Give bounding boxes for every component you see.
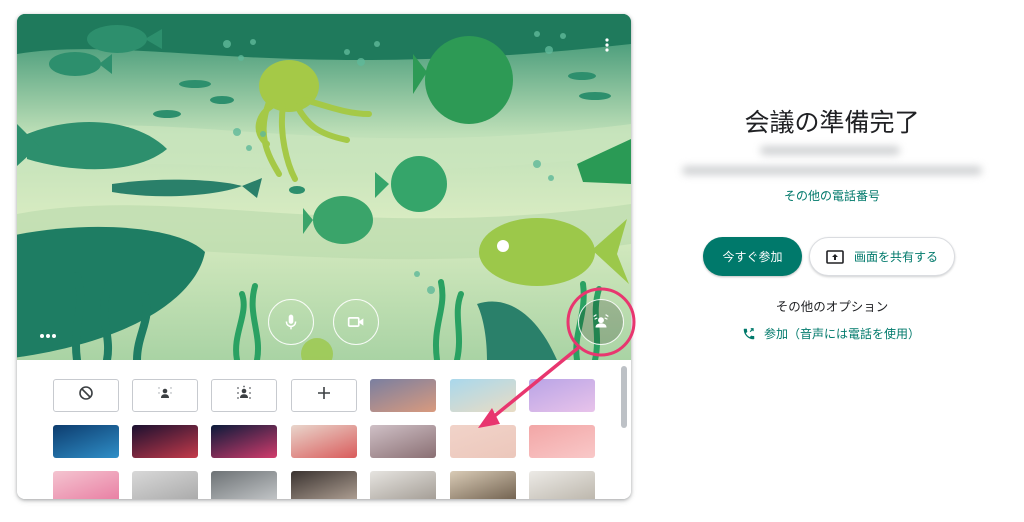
redacted-info	[682, 166, 982, 175]
bg-image-tile[interactable]	[529, 425, 595, 458]
other-options-heading: その他のオプション	[775, 300, 889, 314]
camera-button[interactable]	[333, 299, 379, 345]
join-by-phone-label: 参加（音声には電話を使用）	[764, 327, 921, 341]
more-vert-icon	[605, 38, 609, 52]
bg-image-tile[interactable]	[211, 471, 277, 499]
bg-option-slight-blur[interactable]	[132, 379, 198, 412]
panel-scrollbar[interactable]	[621, 366, 627, 428]
bg-image-tile[interactable]	[529, 471, 595, 499]
microphone-icon	[285, 314, 297, 330]
block-icon	[78, 385, 94, 406]
background-effects-icon	[593, 314, 609, 328]
bg-image-tile[interactable]	[370, 471, 436, 499]
background-effects-button[interactable]	[578, 299, 624, 345]
bg-image-tile[interactable]	[370, 379, 436, 412]
bg-image-tile[interactable]	[132, 425, 198, 458]
bg-image-tile[interactable]	[53, 425, 119, 458]
camera-preview	[17, 14, 631, 360]
bg-image-tile[interactable]	[211, 425, 277, 458]
join-now-button[interactable]: 今すぐ参加	[703, 237, 802, 276]
person-blur-icon	[157, 385, 173, 406]
other-phone-numbers-link[interactable]: その他の電話番号	[640, 187, 1024, 204]
videocam-icon	[347, 317, 364, 327]
bg-option-upload[interactable]	[291, 379, 357, 412]
bg-image-tile[interactable]	[53, 471, 119, 499]
bg-image-tile[interactable]	[291, 425, 357, 458]
preview-card	[17, 14, 631, 499]
background-illustration	[17, 14, 631, 360]
page-title: 会議の準備完了	[744, 109, 920, 137]
share-screen-button[interactable]: 画面を共有する	[809, 237, 955, 276]
speaking-indicator-icon	[40, 334, 56, 338]
present-to-all-icon	[826, 249, 844, 264]
bg-image-tile[interactable]	[370, 425, 436, 458]
plus-icon	[317, 386, 331, 405]
background-options-panel	[17, 360, 631, 499]
microphone-button[interactable]	[268, 299, 314, 345]
phone-forwarded-icon	[743, 327, 755, 339]
redacted-info	[760, 146, 900, 155]
bg-image-tile[interactable]	[132, 471, 198, 499]
join-pane: 会議の準備完了 その他の電話番号 今すぐ参加 画面を共有する その他のオプション…	[640, 0, 1024, 522]
bg-image-tile[interactable]	[450, 471, 516, 499]
bg-image-tile[interactable]	[450, 425, 516, 458]
person-blur-strong-icon	[236, 385, 252, 406]
bg-option-no-effect[interactable]	[53, 379, 119, 412]
bg-image-tile[interactable]	[450, 379, 516, 412]
bg-option-blur[interactable]	[211, 379, 277, 412]
share-screen-label: 画面を共有する	[853, 250, 938, 264]
join-by-phone-link[interactable]: 参加（音声には電話を使用）	[742, 325, 920, 342]
bg-image-tile[interactable]	[529, 379, 595, 412]
bg-image-tile[interactable]	[291, 471, 357, 499]
more-options-button[interactable]	[597, 34, 617, 56]
